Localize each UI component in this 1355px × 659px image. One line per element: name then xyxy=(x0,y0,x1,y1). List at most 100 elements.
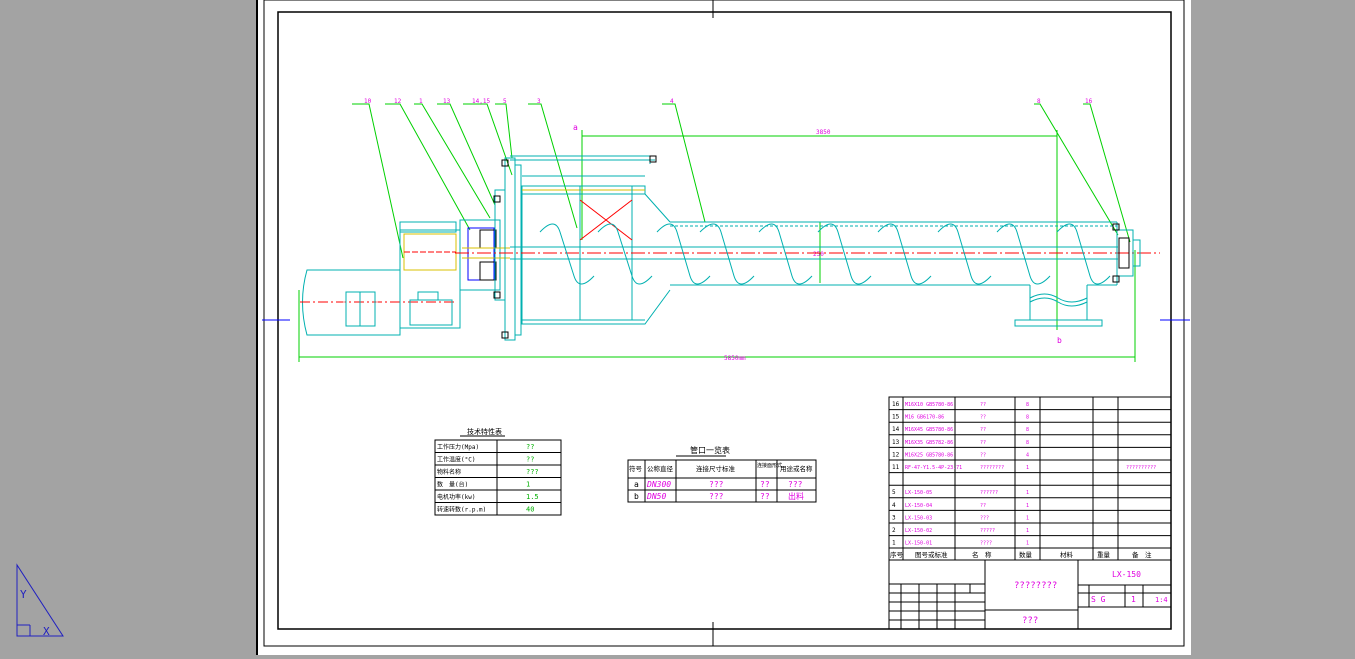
tech-table-title: 技术特性表 xyxy=(467,427,502,436)
bom-header-cell: 备 注 xyxy=(1132,550,1152,559)
bom-row-name: ?? xyxy=(980,427,986,433)
nozzle-header: 用途或名称 xyxy=(780,464,813,473)
nozzle-std: ??? xyxy=(709,480,724,489)
sheet-number: 1 xyxy=(1131,595,1136,604)
tech-row-label: 工作压力(Mpa) xyxy=(437,443,479,451)
bom-row-code: M16X45 GB5780-86 xyxy=(905,427,953,433)
callout-label: 16 xyxy=(1085,98,1093,105)
ucs-icon: Y X xyxy=(16,563,64,638)
nozzle-dn: DN50 xyxy=(646,492,666,501)
nozzle-std: ??? xyxy=(709,492,724,501)
nozzle-table-title: 管口一览表 xyxy=(690,445,730,455)
bom-row-qty: 4 xyxy=(1026,452,1029,458)
bom-row-number: 1 xyxy=(892,540,896,547)
callout-label: 8 xyxy=(1037,98,1041,105)
bom-row-number: 5 xyxy=(892,489,896,496)
tech-row-value: ?? xyxy=(526,443,534,451)
bom-row-qty: 8 xyxy=(1026,440,1029,446)
callout-label: 1 xyxy=(419,98,423,105)
callout-label: 14,15 xyxy=(472,98,490,105)
bom-row-code: LX-150-01 xyxy=(905,541,932,547)
bom-row-qty: 1 xyxy=(1026,541,1029,547)
bom-row-code: M16 GB6170-86 xyxy=(905,415,944,421)
bom-row-number: 11 xyxy=(892,464,900,471)
bom-row-name: ???? xyxy=(980,541,992,547)
bom-row-name: ?? xyxy=(980,452,986,458)
inlet-tag: a xyxy=(573,123,578,132)
bom-row-qty: 1 xyxy=(1026,528,1029,534)
bom-header-cell: 名 称 xyxy=(972,550,992,559)
bom-row-qty: 8 xyxy=(1026,402,1029,408)
bom-row-code: M16X35 GB5782-86 xyxy=(905,440,953,446)
company-name: ??? xyxy=(1022,616,1038,626)
callout-label: 13 xyxy=(443,98,451,105)
callout-label: 3 xyxy=(537,98,541,105)
bom-row-name: ????? xyxy=(980,528,995,534)
bom-row-number: 14 xyxy=(892,426,900,433)
tech-row-label: 数 量(台) xyxy=(437,481,468,489)
cad-viewport: Y X 5850mm 3850 250 a b 10 12 1 13 14,15… xyxy=(0,0,1355,655)
bom-row-number: 12 xyxy=(892,451,900,458)
svg-text:Y: Y xyxy=(20,588,27,601)
nozzle-header: 连接尺寸标准 xyxy=(696,464,736,473)
bom-row-qty: 1 xyxy=(1026,490,1029,496)
tech-row-label: 电机功率(kw) xyxy=(437,493,475,501)
bom-header-cell: 数量 xyxy=(1019,550,1033,559)
tech-row-label: 转速转数(r.p.m) xyxy=(437,506,486,514)
outlet-tag: b xyxy=(1057,336,1062,345)
tech-row-value: ??? xyxy=(526,468,539,476)
nozzle-mark: a xyxy=(634,480,639,489)
bom-row-code: LX-150-03 xyxy=(905,515,932,521)
bom-row-number: 13 xyxy=(892,439,900,446)
scale-value: 1:4 xyxy=(1155,596,1168,604)
bom-row-code: M16X10 GB5780-86 xyxy=(905,402,953,408)
bom-row-code: LX-150-02 xyxy=(905,528,932,534)
bom-row-qty: 1 xyxy=(1026,515,1029,521)
nozzle-header: 公称直径 xyxy=(647,464,674,473)
bom-row-qty: 1 xyxy=(1026,465,1029,471)
bom-row-qty: 1 xyxy=(1026,503,1029,509)
nozzle-face: ?? xyxy=(760,492,770,501)
bom-row-name: ?????? xyxy=(980,490,998,496)
drawing-title: ???????? xyxy=(1014,581,1057,591)
bom-row-code: M16X25 GB5780-86 xyxy=(905,452,953,458)
bom-row-name: ??? xyxy=(980,515,989,521)
bom-row-qty: 8 xyxy=(1026,427,1029,433)
nozzle-use: ??? xyxy=(788,480,803,489)
bom-row-code: RF-47-Y1.5-4P-23.71 xyxy=(905,465,962,471)
bom-header-cell: 序号 xyxy=(890,550,904,559)
bom-header-cell: 图号或标准 xyxy=(915,550,948,559)
bom-row-name: ???????? xyxy=(980,465,1004,471)
callout-label: 5 xyxy=(503,98,507,105)
bom-row-number: 15 xyxy=(892,414,900,421)
bom-row-number: 16 xyxy=(892,401,900,408)
bom-row-name: ?? xyxy=(980,440,986,446)
nozzle-face: ?? xyxy=(760,480,770,489)
bom-row-number: 2 xyxy=(892,527,896,534)
dim-pitch: 250 xyxy=(813,251,824,258)
bom-row-note: ?????????? xyxy=(1126,465,1156,471)
bom-row-number: 4 xyxy=(892,502,896,509)
drawing-canvas: Y X 5850mm 3850 250 a b 10 12 1 13 14,15… xyxy=(16,0,1191,655)
nozzle-mark: b xyxy=(634,492,639,501)
svg-text:X: X xyxy=(43,625,50,638)
bom-header-cell: 重量 xyxy=(1097,551,1111,559)
nozzle-use: 出料 xyxy=(788,491,804,501)
callout-label: 4 xyxy=(670,98,674,105)
stage-mark: S G xyxy=(1091,595,1106,604)
callout-label: 12 xyxy=(394,98,402,105)
dim-inlet-outlet: 3850 xyxy=(816,129,831,136)
drawing-number: LX-150 xyxy=(1112,570,1141,579)
nozzle-dn: DN300 xyxy=(646,480,671,489)
tech-row-label: 工作温度(°C) xyxy=(437,456,475,464)
bom-row-code: LX-150-04 xyxy=(905,503,932,509)
callout-label: 10 xyxy=(364,98,372,105)
tech-row-value: ?? xyxy=(526,456,534,464)
tech-row-value: 1 xyxy=(526,481,530,489)
bom-row-name: ?? xyxy=(980,503,986,509)
tech-row-value: 1.5 xyxy=(526,493,539,501)
bom-row-name: ?? xyxy=(980,402,986,408)
tech-row-value: 40 xyxy=(526,506,534,514)
nozzle-header: 连接面形式 xyxy=(757,462,782,469)
bom-row-qty: 8 xyxy=(1026,415,1029,421)
